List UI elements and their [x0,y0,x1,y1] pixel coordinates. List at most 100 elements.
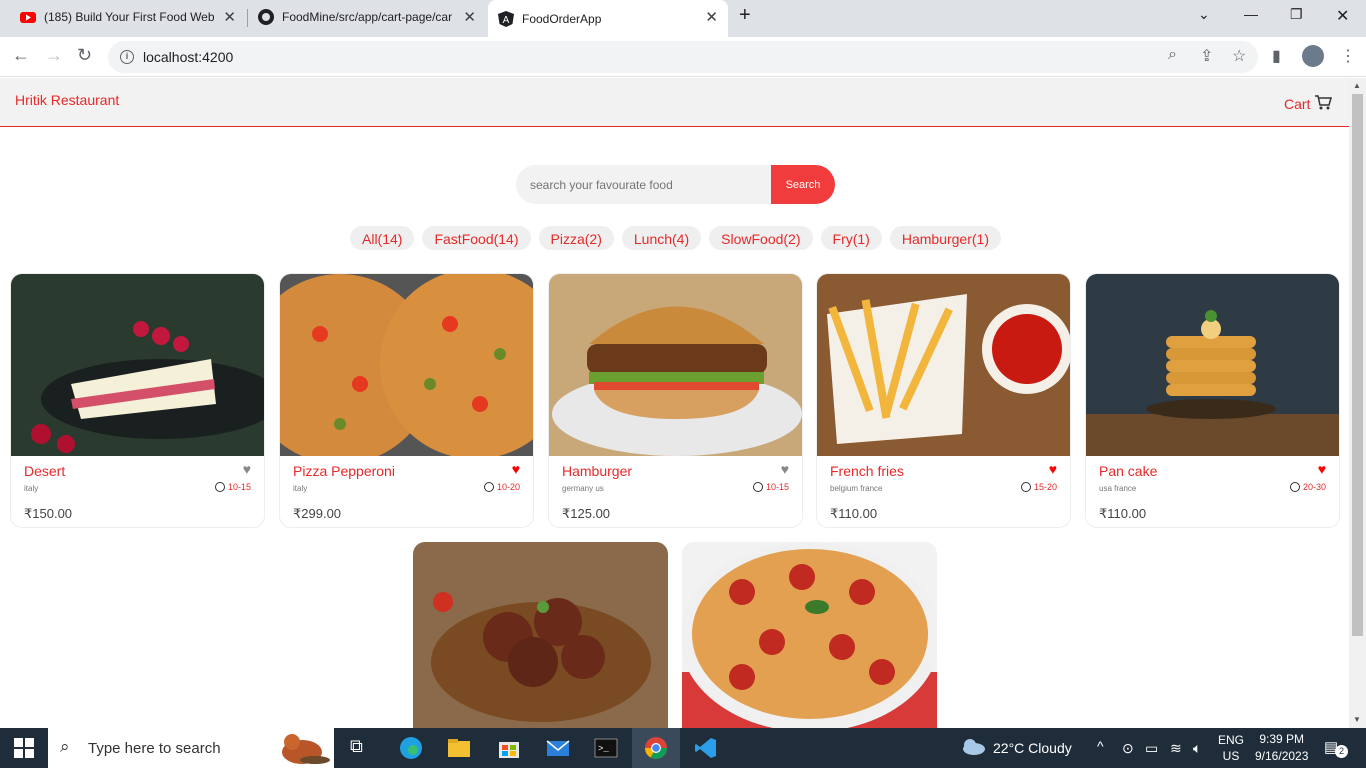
tag-all[interactable]: All(14) [350,226,415,250]
food-name: Hamburger [562,463,633,479]
file-explorer-icon[interactable] [447,736,471,760]
clock-time: 9:39 PM [1259,732,1305,746]
food-origin: belgium france [830,484,883,493]
brand-logo[interactable]: Hritik Restaurant [15,92,119,108]
heart-icon[interactable]: ♥ [781,461,789,477]
cloud-icon[interactable] [960,738,986,759]
tag-pizza[interactable]: Pizza(2) [538,226,614,250]
heart-icon[interactable]: ♥ [512,461,520,477]
food-price: ₹299.00 [293,506,342,521]
tag-lunch[interactable]: Lunch(4) [621,226,702,250]
zoom-icon[interactable]: ⌕ [1168,46,1177,64]
tag-slowfood[interactable]: SlowFood(2) [709,226,813,250]
heart-icon[interactable]: ♥ [1318,461,1326,477]
food-origin: germany us [562,484,604,493]
cook-time: 10-20 [483,482,520,492]
tab-youtube[interactable]: (185) Build Your First Food Website ✕ [8,0,246,34]
bookmark-star-icon[interactable]: ☆ [1232,46,1246,66]
svg-text:A: A [503,15,510,26]
sidebar-icon[interactable]: ▮ [1272,46,1281,66]
food-card[interactable] [413,542,668,728]
info-icon[interactable]: i [120,50,134,64]
wifi-icon[interactable]: ≋ [1170,740,1182,757]
cook-time: 10-15 [214,482,251,492]
scrollbar-thumb[interactable] [1352,94,1363,636]
url-text[interactable]: localhost:4200 [143,49,233,65]
cook-time-text: 10-15 [227,482,251,492]
food-name: Pizza Pepperoni [293,463,395,479]
share-icon[interactable]: ⇪ [1200,46,1213,66]
heart-icon[interactable]: ♥ [1049,461,1057,477]
restore-icon[interactable]: ❐ [1290,6,1303,23]
menu-dots-icon[interactable]: ⋮ [1340,46,1356,66]
windows-start-icon[interactable] [14,736,38,760]
reload-icon[interactable]: ↻ [77,45,92,66]
food-card[interactable]: Desert ♥ italy 10-15 ₹150.00 [10,273,265,528]
scroll-up-icon[interactable]: ▲ [1353,81,1361,90]
food-card[interactable]: Pan cake ♥ usa france 20-30 ₹110.00 [1085,273,1340,528]
volume-icon[interactable]: 🔈︎ [1193,740,1201,757]
chevron-down-icon[interactable]: ⌄ [1198,6,1210,23]
minimize-icon[interactable]: — [1244,6,1258,22]
language-indicator[interactable]: ENG US [1218,732,1244,764]
tab-title: FoodOrderApp [522,11,602,26]
profile-avatar[interactable] [1302,45,1324,67]
clock-icon [483,482,494,492]
food-card[interactable]: Pizza Pepperoni ♥ italy 10-20 ₹299.00 [279,273,534,528]
tab-github[interactable]: FoodMine/src/app/cart-page/cart ✕ [248,0,486,34]
food-image [817,274,1070,456]
system-clock[interactable]: 9:39 PM 9/16/2023 [1255,731,1308,765]
food-origin: italy [293,484,308,493]
task-view-icon[interactable]: ⧉ [350,736,374,760]
search-button[interactable]: Search [771,165,835,204]
cart-link[interactable]: Cart [1284,94,1333,113]
window-close-icon[interactable]: ✕ [1336,6,1349,26]
cook-time-text: 15-20 [1033,482,1057,492]
food-card[interactable]: French fries ♥ belgium france 15-20 ₹110… [816,273,1071,528]
vscode-icon[interactable] [694,736,718,760]
close-icon[interactable]: ✕ [223,8,236,26]
food-image [682,542,937,728]
clock-icon [214,482,225,492]
cook-time: 20-30 [1289,482,1326,492]
food-price: ₹110.00 [830,506,878,521]
food-name: Desert [24,463,66,479]
chevron-up-icon[interactable]: ^ [1097,738,1104,754]
food-card[interactable]: Hamburger ♥ germany us 10-15 ₹125.00 [548,273,803,528]
new-tab-icon[interactable]: + [739,4,751,27]
weather-text[interactable]: 22°C Cloudy [993,740,1072,756]
meet-icon[interactable]: ⊙ [1122,740,1134,757]
tag-fastfood[interactable]: FastFood(14) [422,226,531,250]
notification-icon[interactable]: ▤ 2 [1324,738,1348,758]
terminal-icon[interactable]: >_ [594,736,618,760]
angular-icon: A [498,10,514,27]
search-input[interactable] [516,165,786,204]
tag-hamburger[interactable]: Hamburger(1) [889,226,1001,250]
cook-time: 10-15 [752,482,789,492]
food-image [549,274,802,456]
food-card[interactable] [682,542,937,728]
taskbar-search[interactable]: ⌕ Type here to search [48,728,334,768]
food-image [1086,274,1339,456]
store-icon[interactable] [497,736,521,760]
food-name: Pan cake [1099,463,1158,479]
heart-icon[interactable]: ♥ [243,461,251,477]
battery-icon[interactable]: ▭ [1145,740,1158,757]
region-code: US [1222,749,1240,763]
address-bar[interactable]: i localhost:4200 [108,41,1258,73]
browser-toolbar: ← → ↻ i localhost:4200 ⌕ ⇪ ☆ ▮ ⋮ [0,37,1366,77]
scroll-down-icon[interactable]: ▼ [1353,715,1361,724]
tag-fry[interactable]: Fry(1) [820,226,882,250]
edge-icon[interactable] [399,736,423,760]
tab-foodorderapp[interactable]: A FoodOrderApp ✕ [488,0,728,37]
back-icon[interactable]: ← [12,45,30,66]
forward-icon[interactable]: → [45,45,63,66]
cook-time-text: 10-15 [765,482,789,492]
scrollbar[interactable]: ▲ ▼ [1349,78,1366,728]
tag-list: All(14) FastFood(14) Pizza(2) Lunch(4) S… [350,226,1001,250]
notification-count: 2 [1335,745,1348,758]
close-icon[interactable]: ✕ [463,8,476,26]
chrome-icon[interactable] [644,736,668,760]
close-icon[interactable]: ✕ [705,8,718,26]
mail-icon[interactable] [546,736,570,760]
